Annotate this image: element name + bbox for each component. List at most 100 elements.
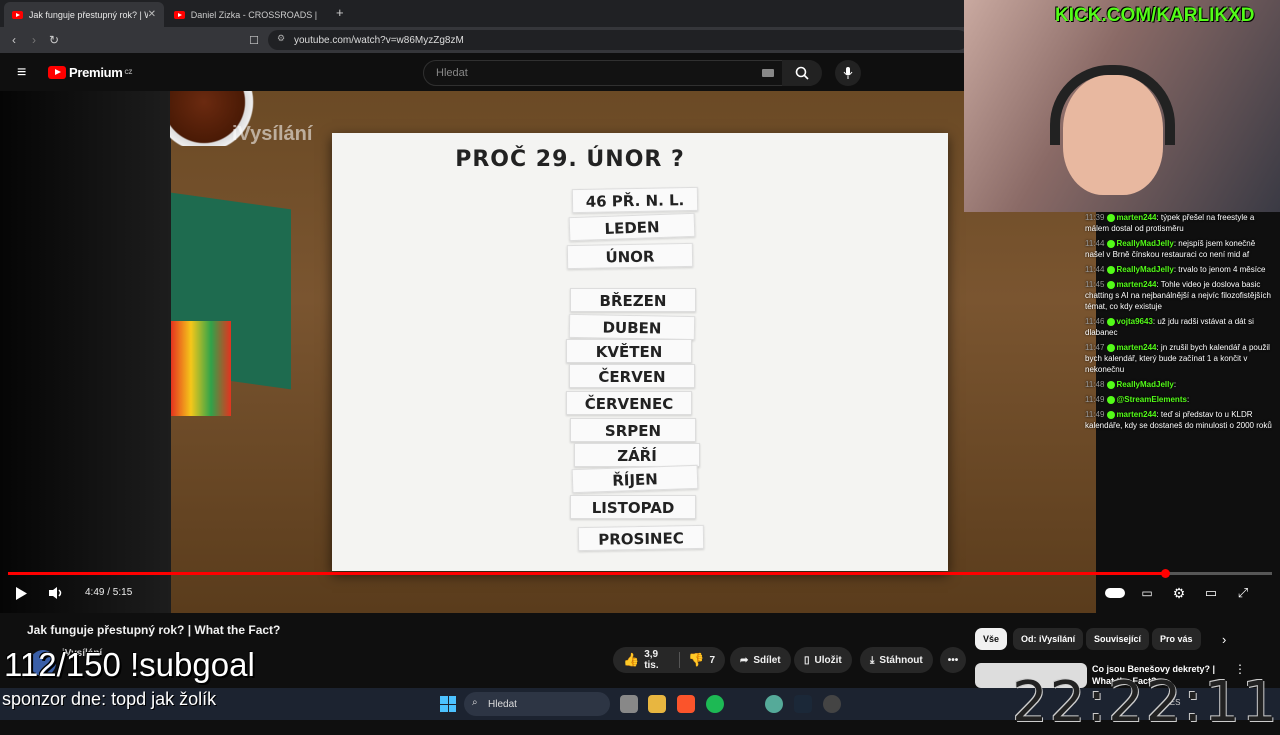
subtitles-icon: ▭	[1141, 586, 1153, 600]
search-input[interactable]: Hledat	[423, 60, 821, 86]
book-stack	[171, 321, 231, 416]
taskbar-search[interactable]: ⌕ Hledat	[464, 692, 610, 716]
youtube-favicon-icon	[174, 10, 185, 19]
like-count: 3,9 tis.	[644, 649, 659, 671]
chat-username[interactable]: marten244	[1116, 213, 1156, 222]
video-letterbox	[0, 91, 171, 613]
youtube-header: ≡ Premium CZ Hledat	[0, 53, 964, 91]
spotify-icon[interactable]	[706, 695, 724, 713]
theater-icon: ▭	[1204, 585, 1218, 600]
like-button[interactable]: 👍 3,9 tis.	[623, 649, 671, 671]
steam-icon[interactable]	[794, 695, 812, 713]
chat-username[interactable]: @StreamElements	[1116, 395, 1187, 404]
search-placeholder: Hledat	[436, 67, 468, 79]
ivysilani-watermark: iVysílání	[232, 123, 313, 145]
chat-timestamp: 11:48	[1085, 380, 1105, 389]
subgoal-overlay: 112/150 !subgoal	[4, 646, 255, 683]
chip-all[interactable]: Vše	[975, 628, 1008, 650]
month-strip: KVĚTEN	[566, 339, 692, 363]
url-field[interactable]: ⚙ youtube.com/watch?v=w86MyzZg8zM	[268, 30, 968, 50]
chat-username[interactable]: marten244	[1116, 343, 1156, 352]
task-view-icon[interactable]	[620, 695, 638, 713]
tab-active[interactable]: Jak funguje přestupný rok? | Wh ✕	[4, 2, 164, 27]
time-display: 4:49 / 5:15	[85, 587, 133, 598]
streamer-face	[1063, 75, 1163, 195]
forward-icon[interactable]: ›	[24, 33, 44, 47]
youtube-logo[interactable]: Premium CZ	[48, 65, 132, 80]
chat-message: 11:49 marten244: teď si představ to u KLD…	[1085, 409, 1275, 431]
search-icon	[795, 66, 809, 80]
url-text: youtube.com/watch?v=w86MyzZg8zM	[294, 34, 464, 46]
month-strip: ŘÍJEN	[571, 464, 699, 494]
scrubber-handle[interactable]	[1160, 569, 1170, 578]
start-button[interactable]	[440, 696, 456, 712]
keyboard-icon[interactable]	[762, 69, 774, 77]
autoplay-toggle[interactable]	[1103, 581, 1127, 605]
subtitles-button[interactable]: ▭	[1135, 581, 1159, 605]
brave-browser-icon[interactable]	[677, 695, 695, 713]
theater-button[interactable]: ▭	[1199, 581, 1223, 605]
chat-timestamp: 11:45	[1085, 280, 1105, 289]
obs-icon[interactable]	[823, 695, 841, 713]
close-tab-icon[interactable]: ✕	[148, 9, 156, 20]
chat-username[interactable]: vojta9643	[1116, 317, 1152, 326]
fullscreen-button[interactable]: ⤢	[1231, 581, 1255, 605]
dislike-button[interactable]: 👎 7	[688, 652, 715, 668]
play-button[interactable]	[9, 581, 33, 605]
chat-message: 11:44 ReallyMadJelly: nejspíš jsem konečn…	[1085, 238, 1275, 260]
share-button[interactable]: ➦ Sdílet	[730, 647, 791, 673]
app-icon[interactable]	[765, 695, 783, 713]
chat-username[interactable]: ReallyMadJelly	[1116, 380, 1173, 389]
chat-username[interactable]: ReallyMadJelly	[1116, 239, 1173, 248]
chat-timestamp: 11:47	[1085, 343, 1105, 352]
player-controls: 4:49 / 5:15 ▭ ⚙ ▭ ⤢	[0, 581, 1280, 613]
microphone-icon	[843, 67, 853, 79]
play-icon	[16, 586, 27, 600]
chat-username[interactable]: marten244	[1116, 280, 1156, 289]
month-strip: LEDEN	[568, 212, 696, 242]
chat-username[interactable]: marten244	[1116, 410, 1156, 419]
chip-for-you[interactable]: Pro vás	[1152, 628, 1201, 650]
volume-button[interactable]	[44, 581, 68, 605]
month-strip: BŘEZEN	[570, 288, 696, 312]
download-button[interactable]: ⤓ Stáhnout	[860, 647, 933, 673]
chat-message: 11:48 ReallyMadJelly:	[1085, 379, 1275, 390]
tab-inactive[interactable]: Daniel Zizka - CROSSROADS | Czech	[166, 2, 326, 27]
chip-channel[interactable]: Od: iVysílání	[1013, 628, 1084, 650]
new-tab-button[interactable]: +	[336, 5, 344, 20]
search-button[interactable]	[782, 60, 822, 86]
chat-badge-icon	[1107, 265, 1116, 274]
month-strip: SRPEN	[570, 418, 696, 442]
chip-related[interactable]: Související	[1086, 628, 1150, 650]
download-label: Stáhnout	[879, 654, 923, 666]
chat-badge-icon	[1107, 395, 1116, 404]
file-explorer-icon[interactable]	[648, 695, 666, 713]
like-dislike-group: 👍 3,9 tis. 👎 7	[613, 647, 725, 673]
month-strip: LISTOPAD	[570, 495, 696, 519]
site-info-icon[interactable]: ⚙	[277, 33, 285, 44]
share-label: Sdílet	[753, 654, 781, 666]
bookmark-icon: ▯	[804, 654, 810, 666]
chat-separator: :	[1173, 380, 1177, 389]
chat-timestamp: 11:44	[1085, 265, 1105, 274]
menu-icon[interactable]: ≡	[17, 64, 26, 82]
dislike-count: 7	[709, 654, 715, 666]
month-strip: 46 PŘ. N. L.	[571, 186, 699, 214]
save-button[interactable]: ▯ Uložit	[794, 647, 852, 673]
month-strip: ČERVEN	[569, 364, 695, 388]
chat-badge-icon	[1107, 280, 1116, 289]
logo-country: CZ	[124, 69, 133, 76]
more-actions-button[interactable]: •••	[940, 647, 966, 673]
settings-button[interactable]: ⚙	[1167, 581, 1191, 605]
chevron-right-icon[interactable]: ›	[1222, 632, 1226, 647]
share-icon: ➦	[740, 654, 749, 666]
progress-bar[interactable]	[8, 569, 1272, 578]
voice-search-button[interactable]	[835, 60, 861, 86]
bookmark-icon[interactable]: ☐	[244, 34, 264, 47]
search-icon: ⌕	[472, 697, 478, 708]
chat-username[interactable]: ReallyMadJelly	[1116, 265, 1173, 274]
chat-separator: :	[1186, 395, 1190, 404]
back-icon[interactable]: ‹	[4, 33, 24, 47]
reload-icon[interactable]: ↻	[44, 33, 64, 47]
youtube-play-icon	[48, 66, 66, 79]
